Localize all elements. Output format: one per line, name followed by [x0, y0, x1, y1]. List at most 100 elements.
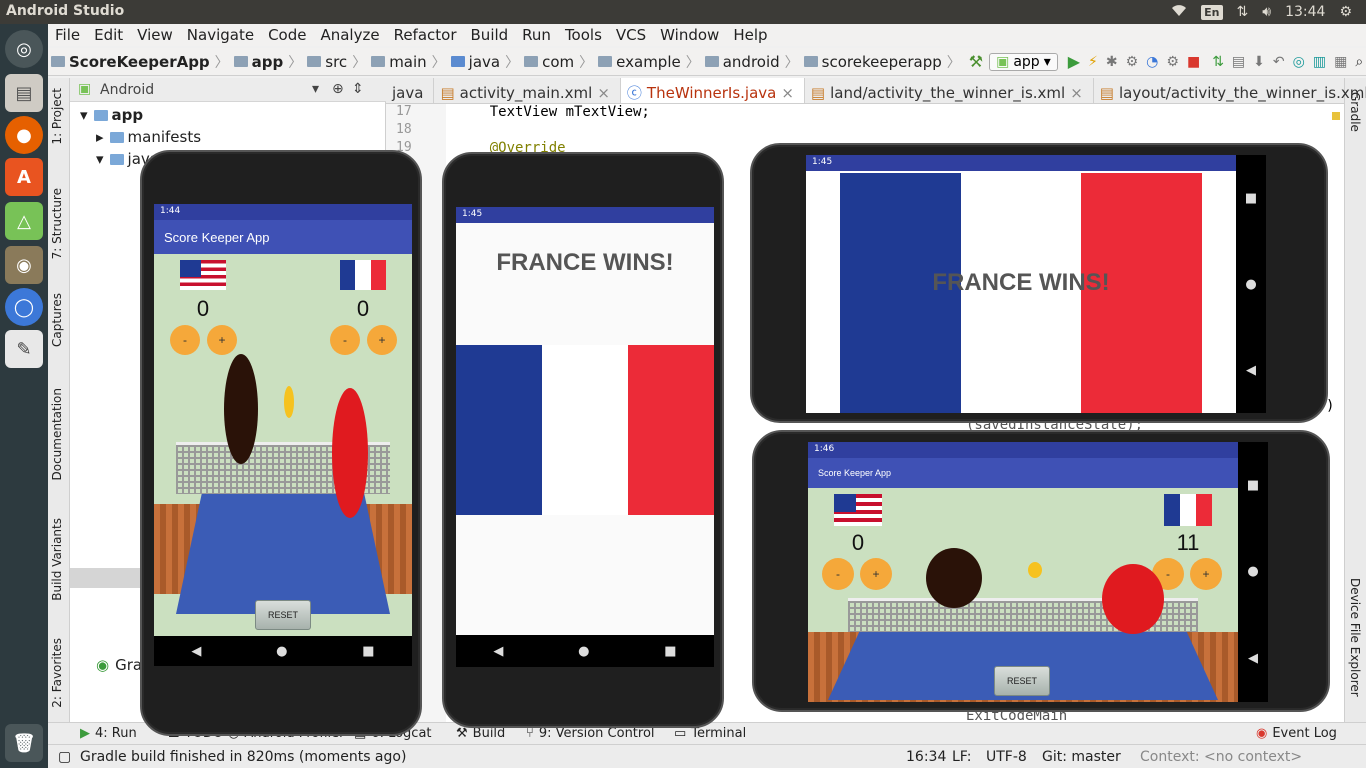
menu-tools[interactable]: Tools — [558, 24, 609, 46]
phone-screen[interactable]: 1:46 Score Keeper App 0 11 - + - + RESET… — [808, 442, 1268, 702]
keyboard-layout-indicator[interactable]: En — [1201, 4, 1223, 20]
tab-structure[interactable]: 7: Structure — [50, 188, 64, 259]
tree-item-manifests[interactable]: ▸ manifests — [96, 128, 201, 146]
close-icon[interactable]: × — [781, 84, 794, 102]
close-icon[interactable]: × — [597, 84, 610, 102]
caret-position[interactable]: 16:34 — [906, 749, 946, 765]
tab-thewinneris-java[interactable]: ⓒ TheWinnerIs.java × — [620, 78, 805, 103]
home-icon[interactable]: ● — [1247, 564, 1258, 579]
breadcrumb-main[interactable]: main — [368, 53, 429, 71]
recents-icon[interactable]: ■ — [1245, 191, 1257, 206]
gimp-icon[interactable]: ◉ — [5, 246, 43, 284]
file-encoding[interactable]: UTF-8 — [986, 749, 1027, 765]
trash-icon[interactable]: 🗑︎ — [5, 724, 43, 762]
tab-run[interactable]: ▶ 4: Run — [80, 726, 137, 741]
recents-icon[interactable]: ■ — [664, 644, 676, 659]
breadcrumb-app[interactable]: app — [231, 53, 287, 71]
menu-run[interactable]: Run — [515, 24, 558, 46]
software-center-icon[interactable]: A — [5, 158, 43, 196]
home-icon[interactable]: ● — [276, 644, 287, 659]
collapse-icon[interactable]: ⇕ — [352, 81, 364, 97]
menu-navigate[interactable]: Navigate — [180, 24, 261, 46]
tab-captures[interactable]: Captures — [50, 293, 64, 347]
phone-screen[interactable]: 1:44 Score Keeper App 0 0 - + - + RESET … — [154, 204, 412, 666]
stop-icon[interactable]: ■ — [1187, 54, 1200, 70]
back-icon[interactable]: ◀ — [1246, 363, 1256, 378]
device-icon[interactable]: ▥ — [1313, 54, 1326, 70]
breadcrumb-android[interactable]: android — [702, 53, 783, 71]
reset-button[interactable]: RESET — [994, 666, 1050, 696]
left-minus-button[interactable]: - — [822, 558, 854, 590]
tab-terminal[interactable]: ▭ Terminal — [674, 726, 746, 741]
tab-favorites[interactable]: 2: Favorites — [50, 638, 64, 708]
tab-event-log[interactable]: ◉ Event Log — [1256, 726, 1337, 741]
status-message[interactable]: Gradle build finished in 820ms (moments … — [80, 749, 406, 765]
home-icon[interactable]: ● — [578, 644, 589, 659]
breadcrumb-com[interactable]: com — [521, 53, 577, 71]
analysis-marker[interactable] — [1332, 112, 1340, 120]
wifi-icon[interactable] — [1171, 3, 1187, 21]
status-toggle-icon[interactable]: ▢ — [58, 749, 71, 765]
clock[interactable]: 13:44 — [1285, 4, 1325, 20]
tab-layout-activity-xml[interactable]: ▤layout/activity_the_winner_is.xml× — [1094, 78, 1366, 103]
dash-icon[interactable]: ◎ — [5, 30, 43, 68]
android-studio-icon[interactable]: △ — [5, 202, 43, 240]
breadcrumb-scorekeeperapp[interactable]: scorekeeperapp — [801, 53, 945, 71]
volume-icon[interactable]: 🔊︎ — [1262, 4, 1271, 20]
menu-window[interactable]: Window — [653, 24, 726, 46]
files-icon[interactable]: ▤ — [5, 74, 43, 112]
menu-view[interactable]: View — [130, 24, 180, 46]
right-minus-button[interactable]: - — [330, 325, 360, 355]
sync-icon[interactable]: ⇅ — [1212, 54, 1224, 70]
left-plus-button[interactable]: + — [860, 558, 892, 590]
breadcrumb-example[interactable]: example — [595, 53, 684, 71]
tab-version-control[interactable]: ⑂ 9: Version Control — [526, 726, 655, 741]
tab-land-activity-xml[interactable]: ▤ land/activity_the_winner_is.xml × — [805, 78, 1094, 103]
home-icon[interactable]: ● — [1245, 277, 1256, 292]
chevron-down-icon[interactable]: ▾ — [312, 81, 319, 97]
profile-icon[interactable]: ◔ — [1146, 54, 1158, 70]
undo-icon[interactable]: ↶ — [1273, 54, 1285, 70]
run-icon[interactable]: ▶ — [1068, 52, 1080, 71]
avd-manager-icon[interactable]: ▤ — [1232, 54, 1245, 70]
sort-arrows-icon[interactable]: ⇅ — [1237, 4, 1249, 20]
back-icon[interactable]: ◀ — [1248, 651, 1258, 666]
tab-device-file-explorer[interactable]: Device File Explorer — [1348, 578, 1362, 697]
breadcrumb-src[interactable]: src — [304, 53, 350, 71]
tree-item-app[interactable]: ▾ app — [80, 106, 143, 124]
tab-build[interactable]: ⚒ Build — [456, 726, 505, 741]
right-plus-button[interactable]: + — [1190, 558, 1222, 590]
tab-project[interactable]: 1: Project — [50, 88, 64, 145]
menu-code[interactable]: Code — [261, 24, 313, 46]
coverage-icon[interactable]: ⚙ — [1166, 54, 1179, 70]
menu-edit[interactable]: Edit — [87, 24, 130, 46]
right-plus-button[interactable]: + — [367, 325, 397, 355]
layout-inspector-icon[interactable]: ◎ — [1293, 54, 1305, 70]
reset-button[interactable]: RESET — [255, 600, 311, 630]
sdk-manager-icon[interactable]: ⬇ — [1253, 54, 1265, 70]
text-editor-icon[interactable]: ✎ — [5, 330, 43, 368]
search-icon[interactable]: ⌕ — [1355, 54, 1363, 70]
recents-icon[interactable]: ■ — [362, 644, 374, 659]
gear-icon[interactable]: ⚙ — [1339, 4, 1352, 20]
phone-screen[interactable]: 1:45 FRANCE WINS! ◀ ● ■ — [456, 207, 714, 667]
tab-activity-main-xml[interactable]: ▤ activity_main.xml × — [434, 78, 621, 103]
hammer-icon[interactable]: ⚒ — [969, 52, 983, 71]
back-icon[interactable]: ◀ — [191, 644, 201, 659]
line-separator[interactable]: LF: — [952, 749, 971, 765]
menu-refactor[interactable]: Refactor — [387, 24, 464, 46]
back-icon[interactable]: ◀ — [493, 644, 503, 659]
apply-changes-icon[interactable]: ⚡ — [1088, 54, 1098, 70]
breadcrumb-project[interactable]: ScoreKeeperApp — [48, 53, 213, 71]
run-config-select[interactable]: ▣ app ▾ — [989, 52, 1058, 71]
phone-screen[interactable]: 1:45 FRANCE WINS! ■ ● ◀ — [806, 155, 1266, 413]
menu-help[interactable]: Help — [726, 24, 774, 46]
project-view-select[interactable]: Android — [100, 82, 154, 98]
left-plus-button[interactable]: + — [207, 325, 237, 355]
menu-vcs[interactable]: VCS — [609, 24, 653, 46]
debug-icon[interactable]: ✱ — [1106, 54, 1118, 70]
firefox-icon[interactable]: ● — [5, 116, 43, 154]
vcs-branch[interactable]: Git: master — [1042, 749, 1121, 765]
tab-build-variants[interactable]: Build Variants — [50, 518, 64, 601]
sync-target-icon[interactable]: ⊕ — [332, 81, 344, 97]
